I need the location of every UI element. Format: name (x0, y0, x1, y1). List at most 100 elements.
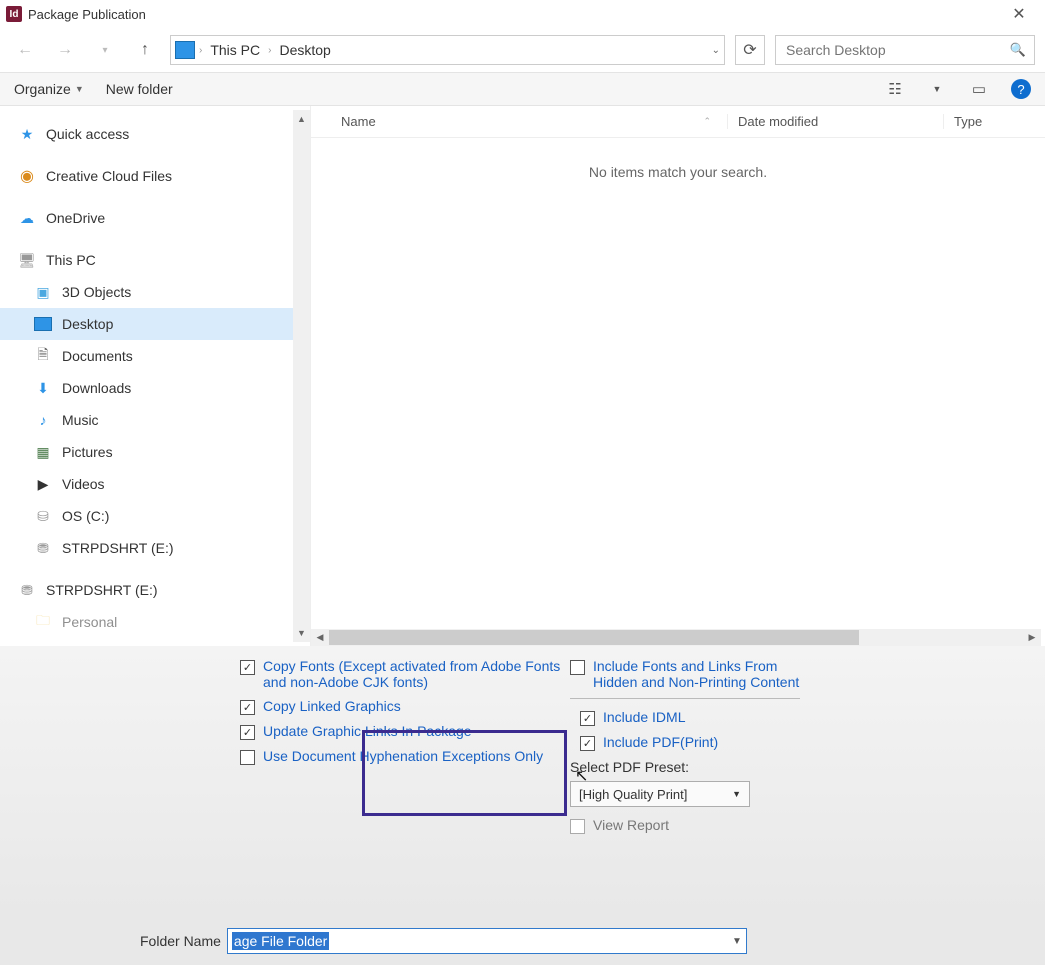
sidebar-item-label: Music (62, 412, 99, 428)
sidebar-item-label: Personal (62, 614, 117, 630)
sidebar-item-drive-e-root[interactable]: ⛃ STRPDSHRT (E:) (0, 574, 310, 606)
sidebar-item-creative-cloud[interactable]: ◉Creative Cloud Files (0, 160, 310, 192)
refresh-button[interactable]: ⟳ (735, 35, 765, 65)
folder-name-input[interactable]: age File Folder ▼ (227, 928, 747, 954)
video-icon: ▶ (34, 475, 52, 493)
sidebar-item-music[interactable]: ♪ Music (0, 404, 310, 436)
scroll-thumb[interactable] (329, 630, 859, 645)
divider (570, 698, 800, 699)
checkbox-icon[interactable] (580, 736, 595, 751)
sidebar-item-quick-access[interactable]: ★ Quick access (0, 118, 310, 150)
recent-dropdown[interactable]: ▾ (90, 35, 120, 65)
up-button[interactable]: ↑ (130, 35, 160, 65)
sidebar-item-documents[interactable]: 🗎Documents (0, 340, 310, 372)
search-icon[interactable]: 🔍 (1010, 42, 1026, 58)
content-pane: Name⌃ Date modified Type No items match … (310, 106, 1045, 646)
new-folder-label: New folder (106, 81, 173, 97)
column-date[interactable]: Date modified (727, 114, 927, 129)
checkbox-icon[interactable] (240, 725, 255, 740)
checkbox-icon[interactable] (240, 750, 255, 765)
cube-icon: ▣ (34, 283, 52, 301)
picture-icon: ▦ (34, 443, 52, 461)
sidebar-item-label: Desktop (62, 316, 113, 332)
sidebar: ★ Quick access ◉Creative Cloud Files ☁One… (0, 106, 310, 646)
sidebar-item-label: Quick access (46, 126, 129, 142)
sidebar-item-label: Videos (62, 476, 105, 492)
checkbox-icon[interactable] (580, 711, 595, 726)
pdf-preset-select[interactable]: [High Quality Print] ▼ (570, 781, 750, 807)
cloud-icon: ☁ (18, 209, 36, 227)
back-button[interactable]: ← (10, 35, 40, 65)
help-button[interactable]: ? (1011, 79, 1031, 99)
sidebar-item-desktop[interactable]: Desktop (0, 308, 310, 340)
horizontal-scrollbar[interactable]: ◀ ▶ (311, 629, 1041, 646)
sidebar-item-label: STRPDSHRT (E:) (62, 540, 174, 556)
column-name[interactable]: Name⌃ (341, 114, 711, 129)
sidebar-item-os-c[interactable]: ⛁OS (C:) (0, 500, 310, 532)
folder-name-label: Folder Name (140, 933, 221, 949)
sidebar-item-onedrive[interactable]: ☁OneDrive (0, 202, 310, 234)
checkbox-icon[interactable] (240, 700, 255, 715)
column-label: Name (341, 114, 376, 129)
column-headers[interactable]: Name⌃ Date modified Type (311, 106, 1045, 138)
sidebar-item-pictures[interactable]: ▦Pictures (0, 436, 310, 468)
breadcrumb[interactable]: › This PC › Desktop ⌄ (170, 35, 725, 65)
view-options-icon[interactable]: ☷ (885, 79, 905, 99)
column-type[interactable]: Type (943, 114, 1045, 129)
folder-icon: 🗀 (34, 613, 52, 631)
sidebar-item-drive-e[interactable]: ⛃ STRPDSHRT (E:) (0, 532, 310, 564)
forward-button[interactable]: → (50, 35, 80, 65)
column-label: Type (954, 114, 982, 129)
preview-pane-icon[interactable]: ▭ (969, 79, 989, 99)
sidebar-item-personal[interactable]: 🗀 Personal (0, 606, 310, 638)
checkbox-label: Include IDML (603, 709, 685, 725)
star-icon: ★ (18, 125, 36, 143)
column-label: Date modified (738, 114, 818, 129)
checkbox-icon[interactable] (570, 819, 585, 834)
sidebar-item-downloads[interactable]: ⬇ Downloads (0, 372, 310, 404)
view-dropdown-icon[interactable]: ▼ (927, 79, 947, 99)
search-input-wrapper[interactable]: 🔍 (775, 35, 1035, 65)
scroll-up-icon[interactable]: ▲ (293, 110, 310, 128)
breadcrumb-item[interactable]: This PC (206, 40, 264, 60)
sidebar-item-label: Documents (62, 348, 133, 364)
sidebar-item-label: STRPDSHRT (E:) (46, 582, 158, 598)
sidebar-item-label: OS (C:) (62, 508, 109, 524)
checkbox-include-pdf[interactable]: Include PDF(Print) (570, 734, 800, 751)
disk-icon: ⛃ (18, 581, 36, 599)
chevron-down-icon[interactable]: ▼ (732, 936, 742, 947)
checkbox-view-report[interactable]: View Report (570, 817, 800, 834)
checkbox-icon[interactable] (570, 660, 585, 675)
checkbox-copy-linked[interactable]: Copy Linked Graphics (240, 698, 570, 715)
breadcrumb-dropdown[interactable]: ⌄ (712, 45, 720, 56)
checkbox-update-links[interactable]: Update Graphic Links In Package (240, 723, 570, 740)
checkbox-label: Update Graphic Links In Package (263, 723, 472, 739)
scroll-left-icon[interactable]: ◀ (311, 632, 329, 643)
music-icon: ♪ (34, 411, 52, 429)
checkbox-icon[interactable] (240, 660, 255, 675)
sidebar-item-label: 3D Objects (62, 284, 131, 300)
checkbox-label: Use Document Hyphenation Exceptions Only (263, 748, 543, 764)
scroll-right-icon[interactable]: ▶ (1023, 632, 1041, 643)
checkbox-include-hidden[interactable]: Include Fonts and Links From Hidden and … (570, 658, 800, 690)
breadcrumb-item[interactable]: Desktop (275, 40, 334, 60)
scroll-down-icon[interactable]: ▼ (293, 624, 310, 642)
folder-name-row: Folder Name age File Folder ▼ (0, 916, 1045, 965)
checkbox-include-idml[interactable]: Include IDML (570, 709, 800, 726)
sidebar-item-label: Downloads (62, 380, 131, 396)
search-input[interactable] (784, 41, 1010, 59)
folder-name-value[interactable]: age File Folder (232, 932, 329, 950)
sidebar-scrollbar[interactable]: ▲ ▼ (293, 110, 310, 642)
desktop-icon (34, 317, 52, 331)
organize-button[interactable]: Organize ▼ (14, 81, 84, 97)
download-icon: ⬇ (34, 379, 52, 397)
package-options: Copy Fonts (Except activated from Adobe … (0, 646, 1045, 916)
checkbox-use-hyphenation[interactable]: Use Document Hyphenation Exceptions Only (240, 748, 570, 765)
sidebar-item-3d-objects[interactable]: ▣ 3D Objects (0, 276, 310, 308)
sidebar-item-this-pc[interactable]: 🖥This PC (0, 244, 310, 276)
disk-icon: ⛃ (34, 539, 52, 557)
close-button[interactable]: ✕ (999, 0, 1039, 28)
sidebar-item-videos[interactable]: ▶ Videos (0, 468, 310, 500)
new-folder-button[interactable]: New folder (106, 81, 173, 97)
checkbox-copy-fonts[interactable]: Copy Fonts (Except activated from Adobe … (240, 658, 570, 690)
